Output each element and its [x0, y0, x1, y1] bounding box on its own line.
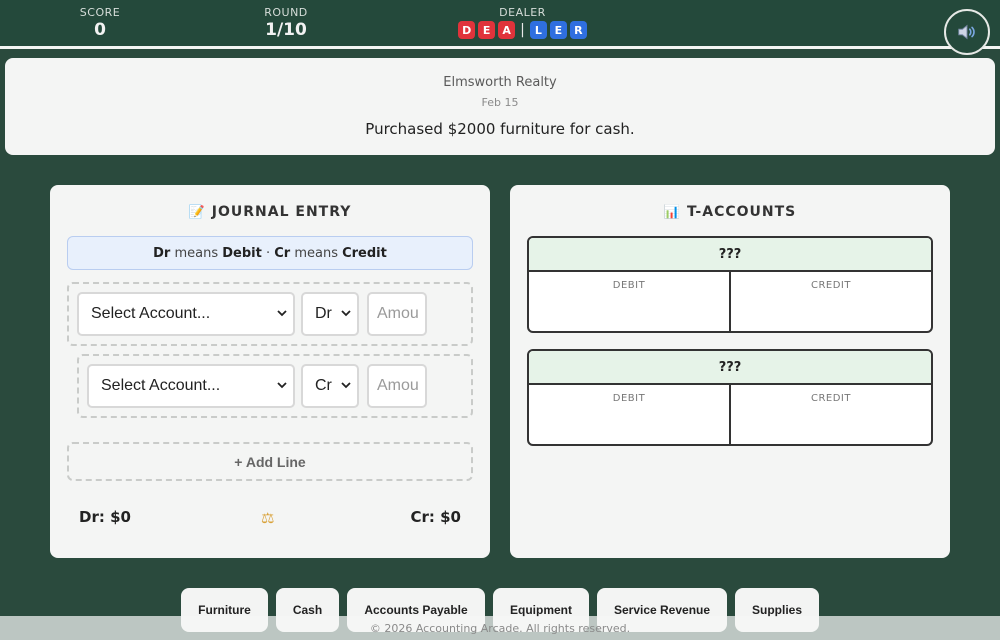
dealer-tile: A: [498, 21, 516, 39]
side-select[interactable]: Dr: [301, 292, 359, 336]
dealer-display: DEALER D E A | L E R: [450, 6, 595, 39]
dealer-tile: E: [478, 21, 496, 39]
t-account-body: DEBIT CREDIT: [529, 272, 931, 331]
journal-line: Select Account... Cr Amou: [77, 354, 473, 418]
dealer-tile: E: [549, 21, 567, 39]
t-accounts-title: 📊 T-ACCOUNTS: [510, 204, 950, 220]
transaction-description: Purchased $2000 furniture for cash.: [365, 120, 635, 138]
credit-column-label: CREDIT: [810, 393, 851, 404]
hint-credit: Credit: [342, 245, 387, 261]
chevron-down-icon: [277, 382, 287, 389]
round-display: ROUND 1/10: [256, 6, 316, 40]
add-line-button[interactable]: + Add Line: [67, 442, 473, 481]
dealer-tile: L: [529, 21, 547, 39]
amount-input[interactable]: Amou: [367, 364, 427, 408]
score-value: 0: [94, 20, 106, 40]
journal-entry-title-text: JOURNAL ENTRY: [211, 204, 352, 220]
hint-means: means: [290, 245, 343, 261]
t-account-body: DEBIT CREDIT: [529, 385, 931, 444]
hint-means: means: [170, 245, 223, 261]
footer-copyright: © 2026 Accounting Arcade. All rights res…: [0, 616, 1000, 640]
round-value: 1/10: [265, 20, 307, 40]
side-select-value: Cr: [315, 377, 332, 394]
scenario-card: Elmsworth Realty Feb 15 Purchased $2000 …: [5, 58, 995, 155]
account-select[interactable]: Select Account...: [77, 292, 295, 336]
debit-column-label: DEBIT: [612, 393, 646, 404]
chevron-down-icon: [341, 310, 351, 317]
sound-toggle-button[interactable]: [944, 9, 990, 55]
round-label: ROUND: [264, 6, 308, 19]
account-select-value: Select Account...: [91, 305, 211, 322]
dealer-tiles: D E A | L E R: [450, 21, 595, 39]
hint-debit: Debit: [222, 245, 262, 261]
debit-column-label: DEBIT: [612, 280, 646, 291]
credit-column-label: CREDIT: [810, 280, 851, 291]
hint-dr: Dr: [153, 245, 171, 261]
company-name: Elmsworth Realty: [443, 75, 557, 90]
chevron-down-icon: [341, 382, 351, 389]
dealer-tile: R: [569, 21, 587, 39]
account-select-value: Select Account...: [101, 377, 221, 394]
journal-entry-panel: 📝 JOURNAL ENTRY Dr means Debit · Cr means…: [50, 185, 490, 558]
amount-input[interactable]: Amou: [367, 292, 427, 336]
t-account: ??? DEBIT CREDIT: [527, 236, 933, 333]
hint-cr: Cr: [274, 245, 291, 261]
dr-cr-hint: Dr means Debit · Cr means Credit: [67, 236, 473, 270]
journal-line: Select Account... Dr Amou: [67, 282, 473, 346]
scale-icon: ⚖: [261, 509, 275, 527]
score-label: SCORE: [79, 6, 121, 19]
top-bar: SCORE 0 ROUND 1/10 DEALER D E A | L E R: [0, 0, 1000, 49]
t-accounts-panel: 📊 T-ACCOUNTS ??? DEBIT CREDIT ??? DEBIT C…: [510, 185, 950, 558]
credit-total: Cr: $0: [410, 508, 461, 526]
dealer-label: DEALER: [499, 6, 546, 19]
hint-dot: ·: [261, 245, 275, 261]
side-select-value: Dr: [315, 305, 332, 322]
tile-separator: |: [520, 22, 525, 38]
t-account-name: ???: [529, 238, 931, 272]
t-account: ??? DEBIT CREDIT: [527, 349, 933, 446]
debit-total: Dr: $0: [79, 508, 131, 526]
memo-icon: 📝: [188, 205, 206, 220]
score-display: SCORE 0: [70, 6, 130, 40]
side-select[interactable]: Cr: [301, 364, 359, 408]
speaker-icon: [958, 24, 975, 40]
bar-chart-icon: 📊: [663, 205, 681, 220]
transaction-date: Feb 15: [481, 96, 519, 109]
chevron-down-icon: [277, 310, 287, 317]
t-accounts-title-text: T-ACCOUNTS: [686, 204, 797, 220]
journal-entry-title: 📝 JOURNAL ENTRY: [50, 204, 490, 220]
account-select[interactable]: Select Account...: [87, 364, 295, 408]
t-account-name: ???: [529, 351, 931, 385]
dealer-tile: D: [458, 21, 476, 39]
